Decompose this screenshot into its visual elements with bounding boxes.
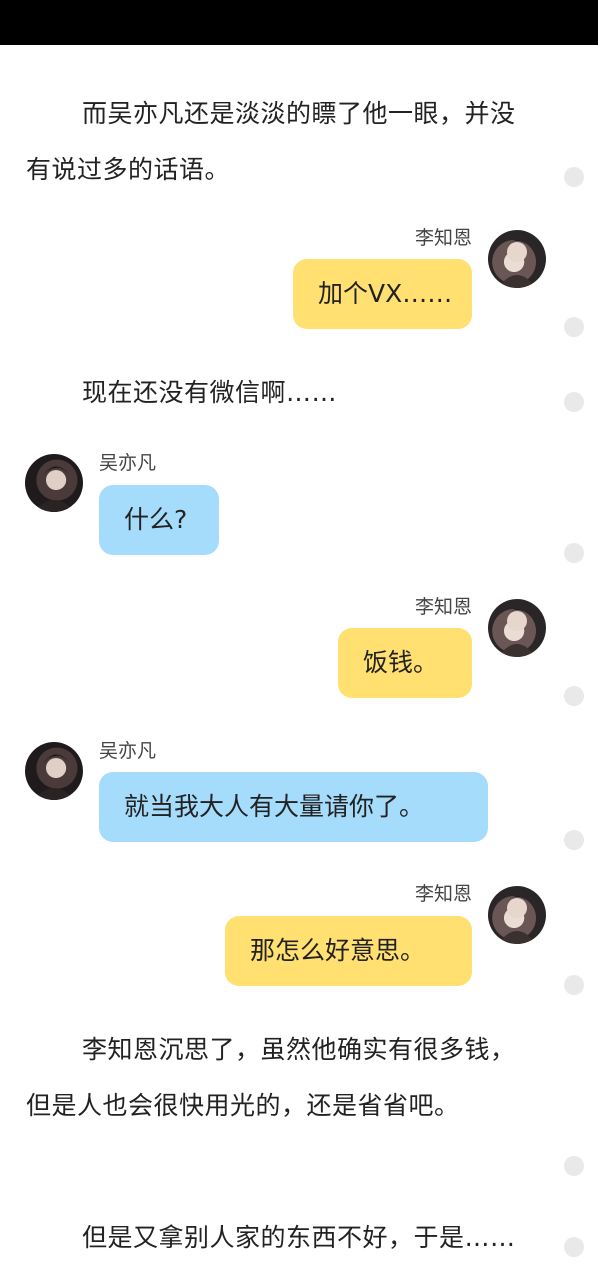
comment-dot-icon[interactable] — [564, 830, 584, 850]
sender-name: 李知恩 — [414, 883, 472, 905]
avatar-lizhien[interactable] — [488, 599, 546, 657]
avatar-wuyifan[interactable] — [25, 454, 83, 512]
story-paragraph: 而吴亦凡还是淡淡的瞟了他一眼，并没有说过多的话语。 — [26, 99, 516, 184]
message-bubble[interactable]: 那怎么好意思。 — [225, 916, 472, 986]
comment-dot-icon[interactable] — [564, 1237, 584, 1257]
status-bar — [0, 0, 598, 45]
message-bubble[interactable]: 就当我大人有大量请你了。 — [99, 772, 488, 842]
reader-page: 而吴亦凡还是淡淡的瞟了他一眼，并没有说过多的话语。 李知恩 加个VX…… 现在还… — [0, 0, 598, 1280]
story-paragraph: 现在还没有微信啊…… — [82, 378, 338, 407]
sender-name: 李知恩 — [414, 596, 472, 618]
message-bubble[interactable]: 什么? — [99, 485, 219, 555]
story-paragraph: 李知恩沉思了，虽然他确实有很多钱，但是人也会很快用光的，还是省省吧。 — [26, 1035, 516, 1120]
sender-name: 李知恩 — [414, 227, 472, 249]
avatar-wuyifan[interactable] — [25, 742, 83, 800]
comment-dot-icon[interactable] — [564, 392, 584, 412]
comment-dot-icon[interactable] — [564, 975, 584, 995]
story-paragraph: 但是又拿别人家的东西不好，于是…… — [82, 1223, 516, 1252]
comment-dot-icon[interactable] — [564, 167, 584, 187]
comment-dot-icon[interactable] — [564, 317, 584, 337]
sender-name: 吴亦凡 — [99, 452, 157, 474]
comment-dot-icon[interactable] — [564, 1156, 584, 1176]
sender-name: 吴亦凡 — [99, 740, 157, 762]
message-bubble[interactable]: 饭钱。 — [338, 628, 472, 698]
avatar-lizhien[interactable] — [488, 886, 546, 944]
avatar-lizhien[interactable] — [488, 230, 546, 288]
comment-dot-icon[interactable] — [564, 686, 584, 706]
comment-dot-icon[interactable] — [564, 543, 584, 563]
message-bubble[interactable]: 加个VX…… — [293, 259, 472, 329]
